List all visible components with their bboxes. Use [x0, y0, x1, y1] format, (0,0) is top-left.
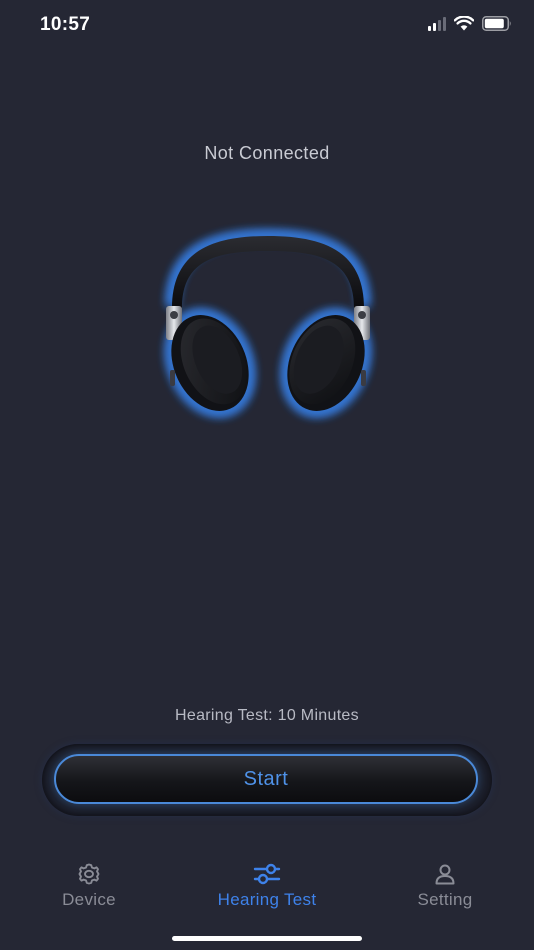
start-button[interactable]: Start — [54, 754, 478, 804]
status-icons — [428, 16, 512, 31]
tab-setting-label: Setting — [417, 890, 473, 909]
tab-hearing-test-label: Hearing Test — [217, 890, 317, 909]
battery-icon — [482, 16, 511, 31]
wifi-icon — [454, 16, 474, 31]
status-time: 10:57 — [40, 14, 91, 35]
tab-device-label: Device — [62, 890, 116, 909]
headphones-icon[interactable] — [148, 220, 388, 430]
sliders-icon — [253, 863, 281, 885]
home-indicator[interactable] — [172, 936, 362, 941]
start-button-container: Start — [42, 744, 492, 816]
start-button-label: Start — [243, 767, 289, 790]
tab-device[interactable]: Device — [19, 862, 159, 910]
connection-status: Not Connected — [204, 143, 330, 163]
tab-setting[interactable]: Setting — [375, 862, 515, 910]
gear-icon — [78, 863, 100, 885]
hearing-test-screen: 10:57 Not Connected Hearing Test: 10 Min… — [0, 0, 534, 950]
person-icon — [435, 864, 455, 885]
cellular-signal-icon — [428, 16, 446, 31]
tab-hearing-test[interactable]: Hearing Test — [197, 862, 337, 910]
test-duration-label: Hearing Test: 10 Minutes — [175, 707, 359, 724]
tab-bar: Device Hearing Test Setting — [0, 862, 534, 922]
status-bar: 10:57 — [0, 0, 534, 54]
